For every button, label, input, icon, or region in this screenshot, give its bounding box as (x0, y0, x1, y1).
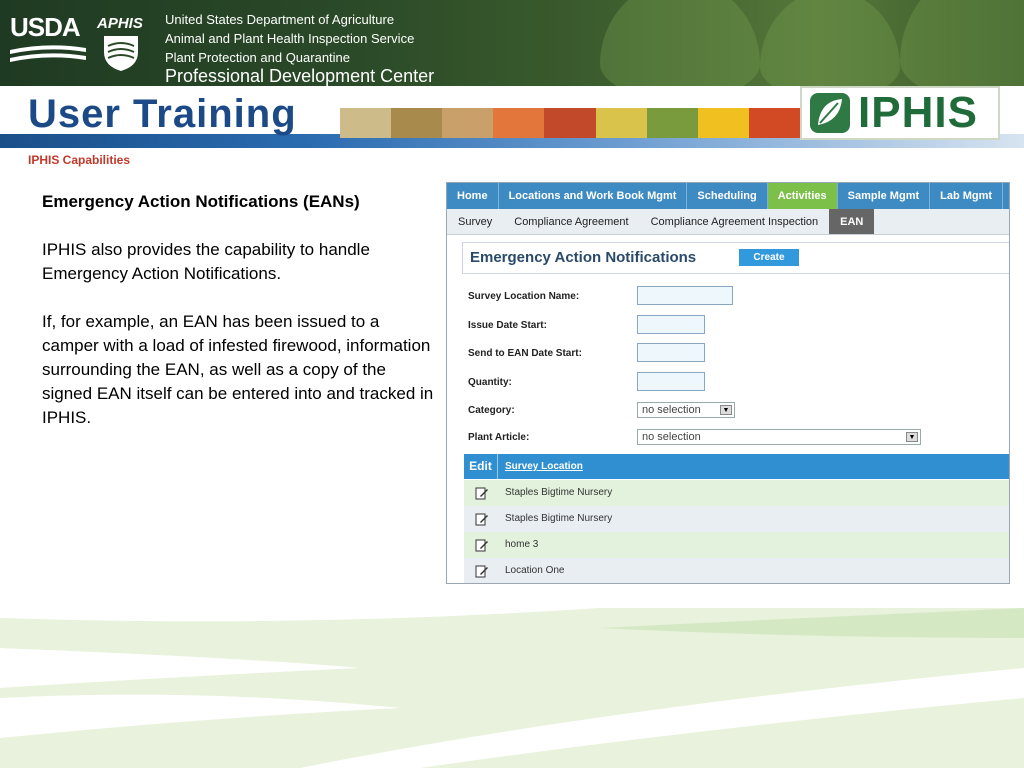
photo-tile (442, 108, 494, 138)
photo-tile (748, 108, 800, 138)
subtab-compliance-inspection[interactable]: Compliance Agreement Inspection (640, 209, 830, 234)
issue-date-start-input[interactable] (637, 315, 705, 334)
table-row: Staples Bigtime Nursery (464, 506, 1009, 532)
survey-location-cell: Location One (505, 565, 565, 576)
survey-location-cell: home 3 (505, 539, 539, 550)
banner-photo-strip (340, 108, 800, 138)
subtab-compliance-agreement[interactable]: Compliance Agreement (503, 209, 639, 234)
survey-location-name-label: Survey Location Name: (468, 291, 580, 302)
content-text: Emergency Action Notifications (EANs) IP… (42, 190, 434, 454)
dropdown-arrow-icon[interactable]: ▼ (906, 432, 918, 442)
fern-decoration (760, 0, 900, 86)
agency-name-block: United States Department of Agriculture … (165, 10, 434, 86)
table-row: home 3 (464, 532, 1009, 558)
send-to-ean-date-input[interactable] (637, 343, 705, 362)
photo-tile (544, 108, 596, 138)
edit-pencil-icon[interactable] (475, 512, 489, 526)
quantity-input[interactable] (637, 372, 705, 391)
nav-tab-activities[interactable]: Activities (767, 183, 838, 209)
nav-tab-locations[interactable]: Locations and Work Book Mgmt (499, 183, 688, 209)
plant-article-label: Plant Article: (468, 432, 530, 443)
dropdown-arrow-icon[interactable]: ▼ (720, 405, 732, 415)
nav-tab-home[interactable]: Home (447, 183, 499, 209)
edit-pencil-icon[interactable] (475, 486, 489, 500)
table-row: Staples Bigtime Nursery (464, 480, 1009, 506)
issue-date-start-label: Issue Date Start: (468, 320, 547, 331)
center-name: Professional Development Center (165, 66, 435, 86)
category-select-value: no selection (642, 404, 701, 416)
category-label: Category: (468, 405, 515, 416)
subtab-survey[interactable]: Survey (447, 209, 503, 234)
agency-line: Plant Protection and Quarantine (165, 50, 351, 65)
content-paragraph: IPHIS also provides the capability to ha… (42, 240, 370, 283)
usda-swoosh-icon (10, 45, 86, 62)
plant-article-select[interactable]: no selection ▼ (637, 429, 921, 445)
page-title: Emergency Action Notifications (470, 249, 697, 266)
photo-tile (697, 108, 749, 138)
primary-nav: Home Locations and Work Book Mgmt Schedu… (447, 183, 1009, 209)
photo-tile (340, 108, 392, 138)
nav-tab-sample-mgmt[interactable]: Sample Mgmt (838, 183, 931, 209)
page-header-bar: Emergency Action Notifications Create (462, 242, 1009, 274)
usda-logo: USDA (10, 12, 81, 42)
secondary-nav: Survey Compliance Agreement Compliance A… (447, 209, 1009, 235)
fern-decoration (600, 0, 760, 86)
agency-line: Animal and Plant Health Inspection Servi… (165, 31, 415, 46)
create-button[interactable]: Create (739, 249, 799, 266)
agency-header: USDA APHIS United States Department of A… (0, 0, 1024, 86)
edit-pencil-icon[interactable] (475, 538, 489, 552)
agency-line: United States Department of Agriculture (165, 12, 395, 27)
survey-location-name-input[interactable] (637, 286, 733, 305)
results-grid-header: Edit Survey Location (464, 454, 1009, 479)
edit-pencil-icon[interactable] (475, 564, 489, 578)
content-heading: Emergency Action Notifications (EANs) (42, 192, 360, 211)
aphis-shield-icon (104, 36, 138, 71)
iphis-app-screenshot: Home Locations and Work Book Mgmt Schedu… (446, 182, 1010, 584)
fern-decoration (900, 0, 1024, 86)
subtab-ean[interactable]: EAN (829, 209, 875, 234)
nav-tab-scheduling[interactable]: Scheduling (687, 183, 768, 209)
photo-tile (493, 108, 545, 138)
nav-tab-lab-mgmt[interactable]: Lab Mgmt (930, 183, 1004, 209)
plant-article-select-value: no selection (642, 431, 701, 443)
aphis-logo: APHIS (97, 15, 143, 32)
send-to-ean-date-label: Send to EAN Date Start: (468, 348, 582, 359)
photo-tile (595, 108, 647, 138)
edit-column-header: Edit (464, 454, 498, 479)
iphis-logo: IPHIS (800, 86, 1000, 140)
banner-title: User Training (28, 92, 297, 136)
green-swoosh-decoration (0, 608, 1024, 768)
iphis-logo-text: IPHIS (858, 88, 978, 137)
section-label: IPHIS Capabilities (28, 153, 131, 167)
content-paragraph: If, for example, an EAN has been issued … (42, 312, 434, 427)
leaf-icon (810, 93, 850, 133)
category-select[interactable]: no selection ▼ (637, 402, 735, 418)
table-row: Location One (464, 558, 1009, 583)
photo-tile (646, 108, 698, 138)
quantity-label: Quantity: (468, 377, 512, 388)
photo-tile (391, 108, 443, 138)
survey-location-column-header[interactable]: Survey Location (505, 454, 583, 479)
survey-location-cell: Staples Bigtime Nursery (505, 513, 613, 524)
survey-location-cell: Staples Bigtime Nursery (505, 487, 613, 498)
